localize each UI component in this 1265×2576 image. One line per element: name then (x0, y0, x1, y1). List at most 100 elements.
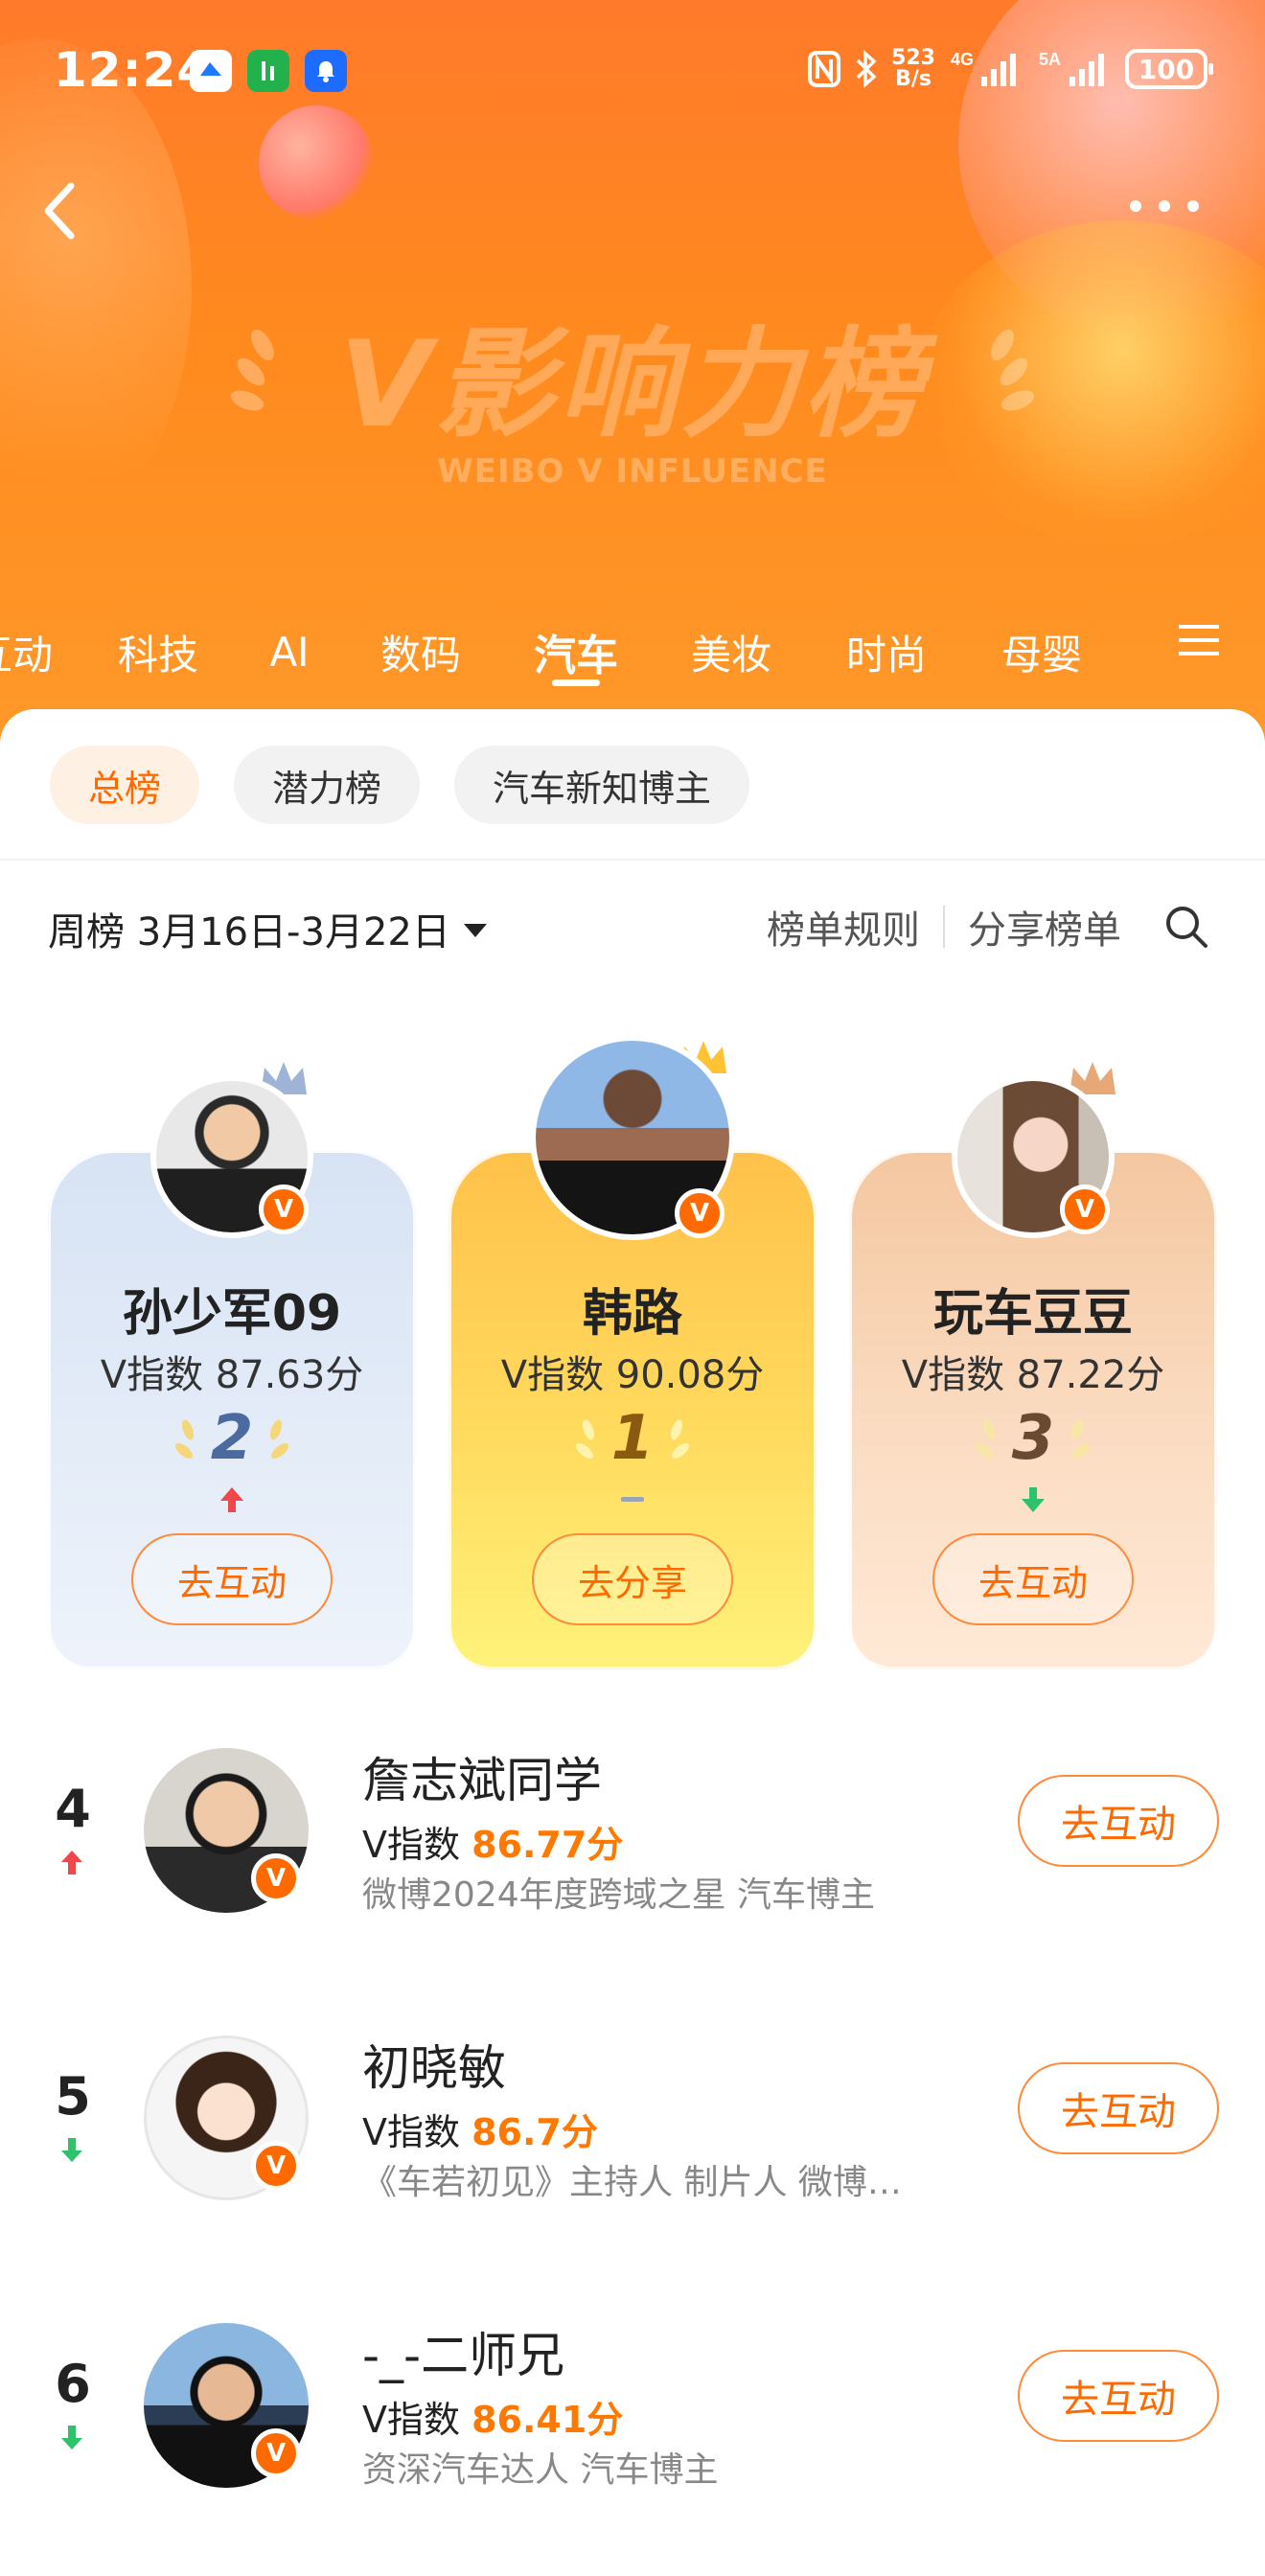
podium-index: V指数 87.63分 (100, 1353, 364, 1397)
trend-down-icon (61, 2138, 82, 2162)
interact-button[interactable]: 去互动 (1018, 1775, 1219, 1867)
list-index-value: 86.41分 (472, 2399, 624, 2441)
laurel-right-icon (991, 329, 1035, 411)
trend-up-icon (220, 1487, 243, 1512)
battery-icon: 100 (1125, 49, 1213, 89)
podium-index: V指数 90.08分 (500, 1353, 765, 1397)
verified-v-icon: V (251, 1853, 301, 1903)
list-item[interactable]: 4 V 詹志斌同学 V指数 86.77分 微博2024年度跨域之星 汽车博主 去… (0, 1740, 1265, 1932)
list-item[interactable]: 5 V 初晓敏 V指数 86.7分 《车若初见》主持人 制片人 微博… 去互动 (0, 2028, 1265, 2220)
svg-text:5A: 5A (1039, 50, 1061, 69)
trend-down-icon (61, 2426, 82, 2450)
app-notification-icon (190, 50, 232, 92)
app-screen: 12:24 523 B/s 4G 5A 100 V影响力榜 WEIBO V IN… (0, 0, 1265, 2576)
podium-name: 玩车豆豆 (932, 1285, 1133, 1343)
verified-v-icon: V (251, 2141, 301, 2191)
period-label: 周榜 3月16日-3月22日 (48, 910, 450, 954)
trend-down-icon (1022, 1487, 1045, 1512)
list-rank: 4 (55, 1779, 91, 1839)
status-right-icons: 523 B/s 4G 5A 100 (807, 48, 1213, 90)
podium-index: V指数 87.22分 (901, 1353, 1165, 1397)
list-index-value: 86.7分 (472, 2111, 598, 2153)
ranking-tools: 榜单规则 分享榜单 (767, 899, 1211, 954)
chip-auto-new-blogger[interactable]: 汽车新知博主 (454, 746, 750, 824)
back-arrow-icon[interactable] (31, 172, 88, 249)
status-notification-icons (190, 50, 347, 92)
rules-link[interactable]: 榜单规则 (767, 899, 920, 954)
podium-rank: 1 (610, 1403, 655, 1474)
interact-button[interactable]: 去互动 (932, 1533, 1134, 1625)
divider (0, 859, 1265, 861)
verified-v-icon: V (1060, 1184, 1110, 1234)
network-speed-value: 523 (891, 46, 935, 70)
podium-third[interactable]: V 玩车豆豆 V指数 87.22分 3 去互动 (849, 1035, 1217, 1669)
list-index-value: 86.77分 (472, 1824, 624, 1866)
laurel-left-icon (230, 329, 274, 411)
list-index: V指数 86.41分 (362, 2390, 623, 2443)
podium-second[interactable]: V 孙少军09 V指数 87.63分 2 去互动 (48, 1035, 416, 1669)
verified-v-icon: V (675, 1188, 724, 1238)
banner-title: V影响力榜 (339, 316, 926, 454)
period-selector[interactable]: 周榜 3月16日-3月22日 (48, 901, 487, 956)
banner: V影响力榜 WEIBO V INFLUENCE (0, 288, 1265, 491)
tab-ai[interactable]: AI (251, 604, 328, 700)
sub-tabs: 总榜 潜力榜 汽车新知博主 (50, 746, 750, 824)
podium-name: 韩路 (582, 1285, 682, 1343)
category-tabs: 互动 科技 AI 数码 汽车 美妆 时尚 母婴 (0, 604, 1265, 700)
list-name[interactable]: 詹志斌同学 (362, 1742, 602, 1811)
status-time: 12:24 (54, 42, 212, 98)
list-description: 《车若初见》主持人 制片人 微博… (362, 2163, 902, 2202)
more-options-icon[interactable] (1121, 182, 1208, 230)
tab-baby[interactable]: 母婴 (989, 604, 1094, 700)
list-rank: 5 (55, 2066, 91, 2127)
list-description: 资深汽车达人 汽车博主 (362, 2450, 719, 2490)
app-notification-icon (247, 50, 289, 92)
bluetooth-icon (856, 50, 877, 88)
tab-fashion[interactable]: 时尚 (834, 604, 939, 700)
podium-first[interactable]: V 韩路 V指数 90.08分 1 去分享 (448, 1035, 816, 1669)
podium-rank: 2 (210, 1403, 254, 1474)
interact-button[interactable]: 去互动 (131, 1533, 333, 1625)
tab-tech[interactable]: 科技 (105, 604, 211, 700)
list-description: 微博2024年度跨域之星 汽车博主 (362, 1875, 876, 1915)
share-button[interactable]: 去分享 (532, 1533, 733, 1625)
network-speed: 523 B/s (891, 48, 935, 90)
bell-icon (305, 50, 347, 92)
interact-button[interactable]: 去互动 (1018, 2350, 1219, 2442)
list-name[interactable]: 初晓敏 (362, 2030, 506, 2099)
divider (943, 906, 945, 948)
podium-name: 孙少军09 (122, 1285, 342, 1343)
svg-text:4G: 4G (951, 50, 974, 69)
chip-potential[interactable]: 潜力榜 (234, 746, 421, 824)
banner-subtitle: WEIBO V INFLUENCE (437, 452, 828, 491)
signal-4g-icon: 4G (951, 50, 1016, 86)
battery-level: 100 (1138, 53, 1195, 85)
interact-button[interactable]: 去互动 (1018, 2062, 1219, 2154)
trend-flat-icon (621, 1497, 644, 1502)
menu-icon[interactable] (1177, 621, 1221, 659)
verified-v-icon: V (259, 1184, 309, 1234)
list-index-label: V指数 (362, 1824, 472, 1866)
tab-beauty[interactable]: 美妆 (678, 604, 784, 700)
network-speed-unit: B/s (895, 67, 932, 91)
list-name[interactable]: -_-二师兄 (362, 2317, 564, 2386)
signal-5g-icon: 5A (1039, 50, 1104, 86)
tab-digital[interactable]: 数码 (368, 604, 473, 700)
status-bar: 12:24 523 B/s 4G 5A 100 (0, 0, 1265, 144)
list-index: V指数 86.7分 (362, 2103, 598, 2155)
list-index-label: V指数 (362, 2399, 472, 2441)
share-link[interactable]: 分享榜单 (968, 899, 1121, 954)
list-index-label: V指数 (362, 2111, 472, 2153)
list-item[interactable]: 6 V -_-二师兄 V指数 86.41分 资深汽车达人 汽车博主 去互动 (0, 2315, 1265, 2507)
list-rank: 6 (55, 2354, 91, 2414)
trend-up-icon (61, 1851, 82, 1874)
tab-interaction[interactable]: 互动 (0, 604, 65, 700)
list-index: V指数 86.77分 (362, 1815, 623, 1868)
caret-down-icon (463, 924, 487, 937)
verified-v-icon: V (251, 2428, 301, 2478)
nfc-icon (808, 51, 841, 87)
tab-auto[interactable]: 汽车 (523, 604, 629, 700)
search-icon[interactable] (1162, 902, 1211, 952)
chip-overall[interactable]: 总榜 (50, 746, 200, 824)
podium-rank: 3 (1011, 1403, 1055, 1474)
